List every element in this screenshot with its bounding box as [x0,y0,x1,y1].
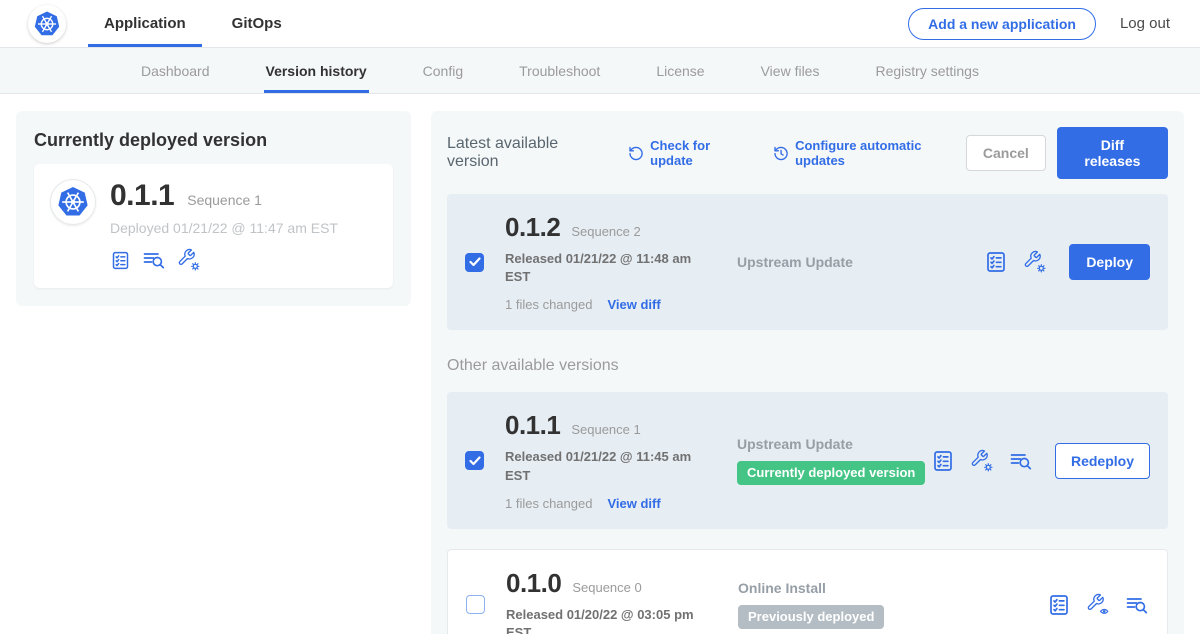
subnav-tab-troubleshoot[interactable]: Troubleshoot [517,48,602,93]
subnav-tab-license[interactable]: License [654,48,706,93]
subnav-tab-config-label: Config [423,63,463,79]
released-timestamp: Released 01/21/22 @ 11:48 am EST [505,250,711,286]
app-screen: Application GitOps Add a new application… [0,0,1200,634]
latest-available-header: Latest available version Check for updat… [447,127,1168,179]
released-timestamp: Released 01/20/22 @ 03:05 pm EST [506,606,712,634]
deployed-version-actions [110,248,338,272]
edit-config-wrench-gear-icon[interactable] [177,248,201,272]
version-info: 0.1.1 Sequence 1 Released 01/21/22 @ 11:… [505,410,723,510]
check-icon [469,456,481,466]
add-new-application-button[interactable]: Add a new application [908,8,1096,40]
subnav-tab-dashboard[interactable]: Dashboard [139,48,212,93]
logout-button[interactable]: Log out [1120,15,1170,32]
view-config-wrench-eye-icon[interactable] [1086,593,1110,617]
kubernetes-logo-icon [28,5,66,43]
sequence-label: Sequence 2 [571,224,640,239]
preflight-checklist-icon[interactable] [931,449,955,473]
version-source: Upstream Update [723,254,984,270]
subnav-tab-view-files[interactable]: View files [759,48,822,93]
version-row-0-1-2: 0.1.2 Sequence 2 Released 01/21/22 @ 11:… [447,194,1168,330]
version-checkbox[interactable] [465,451,484,470]
version-actions: Redeploy [931,443,1150,479]
version-info: 0.1.2 Sequence 2 Released 01/21/22 @ 11:… [505,212,723,312]
subnav-tab-version-history[interactable]: Version history [264,48,369,93]
edit-config-wrench-gear-icon[interactable] [1023,250,1047,274]
tab-gitops-label: GitOps [232,15,282,32]
files-changed-label: 1 files changed [505,297,592,312]
deploy-button[interactable]: Deploy [1069,244,1150,280]
version-source: Online Install Previously deployed [724,580,1047,629]
sequence-label: Sequence 1 [571,422,640,437]
redeploy-button[interactable]: Redeploy [1055,443,1150,479]
currently-deployed-card: 0.1.1 Sequence 1 Deployed 01/21/22 @ 11:… [34,164,393,288]
latest-available-title: Latest available version [447,135,606,171]
top-nav-right: Add a new application Log out [908,0,1200,47]
other-available-versions-title: Other available versions [447,357,1168,375]
deployed-version-number: 0.1.1 [110,179,174,213]
sequence-label: Sequence 0 [572,580,641,595]
diff-releases-button[interactable]: Diff releases [1057,127,1168,179]
version-actions: Deploy [984,244,1150,280]
check-icon [469,257,481,267]
currently-deployed-panel: Currently deployed version [16,111,411,306]
source-label: Online Install [738,580,1047,596]
app-sub-nav: Dashboard Version history Config Trouble… [0,48,1200,94]
subnav-tab-license-label: License [656,63,704,79]
view-logs-search-icon[interactable] [1125,593,1149,617]
subnav-tab-registry-settings[interactable]: Registry settings [873,48,980,93]
previously-deployed-badge: Previously deployed [738,605,884,629]
preflight-checklist-icon[interactable] [1047,593,1071,617]
subnav-tab-version-history-label: Version history [266,63,367,79]
version-row-0-1-1: 0.1.1 Sequence 1 Released 01/21/22 @ 11:… [447,392,1168,528]
app-logo[interactable] [28,0,66,47]
version-info: 0.1.0 Sequence 0 Released 01/20/22 @ 03:… [506,568,724,634]
version-number: 0.1.2 [505,212,560,243]
source-label: Upstream Update [737,436,931,452]
preflight-checklist-icon[interactable] [984,250,1008,274]
version-actions [1047,593,1149,617]
version-checkbox[interactable] [466,595,485,614]
configure-automatic-updates-label: Configure automatic updates [795,138,966,168]
tab-application[interactable]: Application [88,0,202,47]
scheduled-update-clock-icon [773,145,789,162]
main-content: Currently deployed version [0,94,1200,634]
subnav-tab-troubleshoot-label: Troubleshoot [519,63,600,79]
deployed-timestamp: Deployed 01/21/22 @ 11:47 am EST [110,220,338,236]
view-logs-search-icon[interactable] [1009,449,1033,473]
check-for-update-link[interactable]: Check for update [628,138,751,168]
edit-config-wrench-gear-icon[interactable] [970,449,994,473]
version-history-panel: Latest available version Check for updat… [431,111,1184,634]
source-label: Upstream Update [737,254,984,270]
top-nav-tabs: Application GitOps [88,0,312,47]
refresh-icon [628,145,644,162]
top-nav: Application GitOps Add a new application… [0,0,1200,48]
check-for-update-label: Check for update [650,138,751,168]
preflight-checklist-icon[interactable] [110,250,131,271]
configure-automatic-updates-link[interactable]: Configure automatic updates [773,138,966,168]
view-diff-link[interactable]: View diff [607,297,660,312]
deployed-sequence-label: Sequence 1 [187,192,262,208]
files-changed-label: 1 files changed [505,496,592,511]
cancel-button[interactable]: Cancel [966,135,1046,171]
version-number: 0.1.1 [505,410,560,441]
subnav-tab-config[interactable]: Config [421,48,465,93]
view-logs-search-icon[interactable] [142,248,166,272]
version-source: Upstream Update Currently deployed versi… [723,436,931,485]
version-checkbox[interactable] [465,253,484,272]
currently-deployed-title: Currently deployed version [34,130,393,151]
version-number: 0.1.0 [506,568,561,599]
tab-gitops[interactable]: GitOps [216,0,298,47]
view-diff-link[interactable]: View diff [607,496,660,511]
subnav-tab-registry-settings-label: Registry settings [875,63,978,79]
app-icon-kubernetes [50,179,96,225]
currently-deployed-badge: Currently deployed version [737,461,925,485]
version-row-0-1-0: 0.1.0 Sequence 0 Released 01/20/22 @ 03:… [447,549,1168,634]
subnav-tab-view-files-label: View files [761,63,820,79]
subnav-tab-dashboard-label: Dashboard [141,63,210,79]
tab-application-label: Application [104,15,186,32]
deployed-version-details: 0.1.1 Sequence 1 Deployed 01/21/22 @ 11:… [110,179,338,272]
released-timestamp: Released 01/21/22 @ 11:45 am EST [505,448,711,484]
